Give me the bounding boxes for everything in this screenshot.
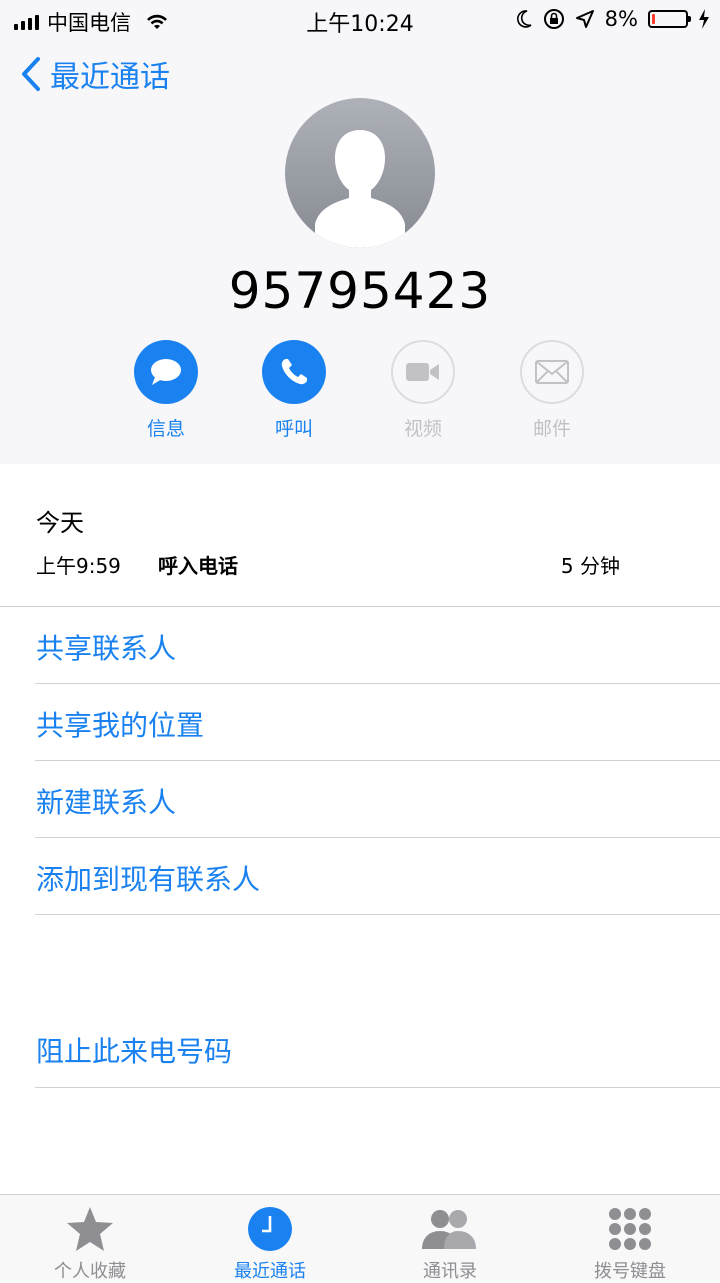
mail-label: 邮件 [532, 418, 571, 440]
call-type: 呼入电话 [158, 554, 238, 578]
status-bar: 中国电信 上午10:24 8% [0, 0, 720, 38]
video-action[interactable]: 视频 [358, 340, 488, 441]
divider [0, 606, 720, 607]
star-icon [67, 1207, 113, 1251]
battery-percent: 8% [604, 7, 638, 31]
call-time: 上午9:59 [36, 554, 121, 578]
phone-number: 95795423 [228, 262, 492, 320]
tab-contacts-label: 通讯录 [423, 1261, 477, 1282]
divider [35, 1087, 720, 1088]
chevron-left-icon [22, 57, 40, 91]
call-label: 呼叫 [274, 418, 313, 440]
phone-icon [281, 359, 307, 385]
share-location-button[interactable]: 共享我的位置 [36, 704, 204, 744]
tab-keypad-label: 拨号键盘 [594, 1261, 666, 1282]
tab-contacts[interactable]: 通讯录 [360, 1195, 540, 1283]
tab-favorites-label: 个人收藏 [54, 1261, 126, 1282]
battery-icon [648, 10, 691, 28]
call-duration: 5 分钟 [560, 554, 620, 578]
add-to-existing-contact-button[interactable]: 添加到现有联系人 [36, 858, 260, 898]
call-date: 今天 [36, 509, 84, 537]
tab-recents-label: 最近通话 [234, 1261, 306, 1282]
mail-icon [535, 360, 569, 384]
new-contact-button[interactable]: 新建联系人 [36, 781, 176, 821]
location-icon [575, 10, 594, 28]
charging-icon [699, 9, 709, 29]
video-label: 视频 [403, 418, 442, 440]
tab-favorites[interactable]: 个人收藏 [0, 1195, 180, 1283]
message-action[interactable]: 信息 [101, 340, 231, 441]
avatar [285, 98, 435, 248]
tab-bar: 个人收藏 最近通话 通讯录 拨号键盘 [0, 1194, 720, 1283]
back-button[interactable]: 最近通话 [20, 52, 170, 96]
call-action[interactable]: 呼叫 [229, 340, 359, 441]
video-icon [406, 363, 439, 381]
divider [35, 760, 720, 761]
share-contact-button[interactable]: 共享联系人 [36, 627, 176, 667]
divider [35, 837, 720, 838]
rotation-lock-icon [543, 9, 564, 29]
message-label: 信息 [146, 418, 185, 440]
mail-action[interactable]: 邮件 [487, 340, 617, 441]
keypad-icon [609, 1208, 651, 1250]
moon-icon [516, 10, 532, 28]
block-caller-button[interactable]: 阻止此来电号码 [36, 1030, 232, 1070]
back-label: 最近通话 [50, 60, 170, 95]
message-icon [151, 359, 181, 385]
contacts-icon [422, 1210, 476, 1249]
tab-keypad[interactable]: 拨号键盘 [540, 1195, 720, 1283]
clock-icon [248, 1207, 292, 1251]
divider [35, 683, 720, 684]
divider [35, 914, 720, 915]
person-silhouette-icon [315, 130, 405, 248]
tab-recents[interactable]: 最近通话 [180, 1195, 360, 1283]
